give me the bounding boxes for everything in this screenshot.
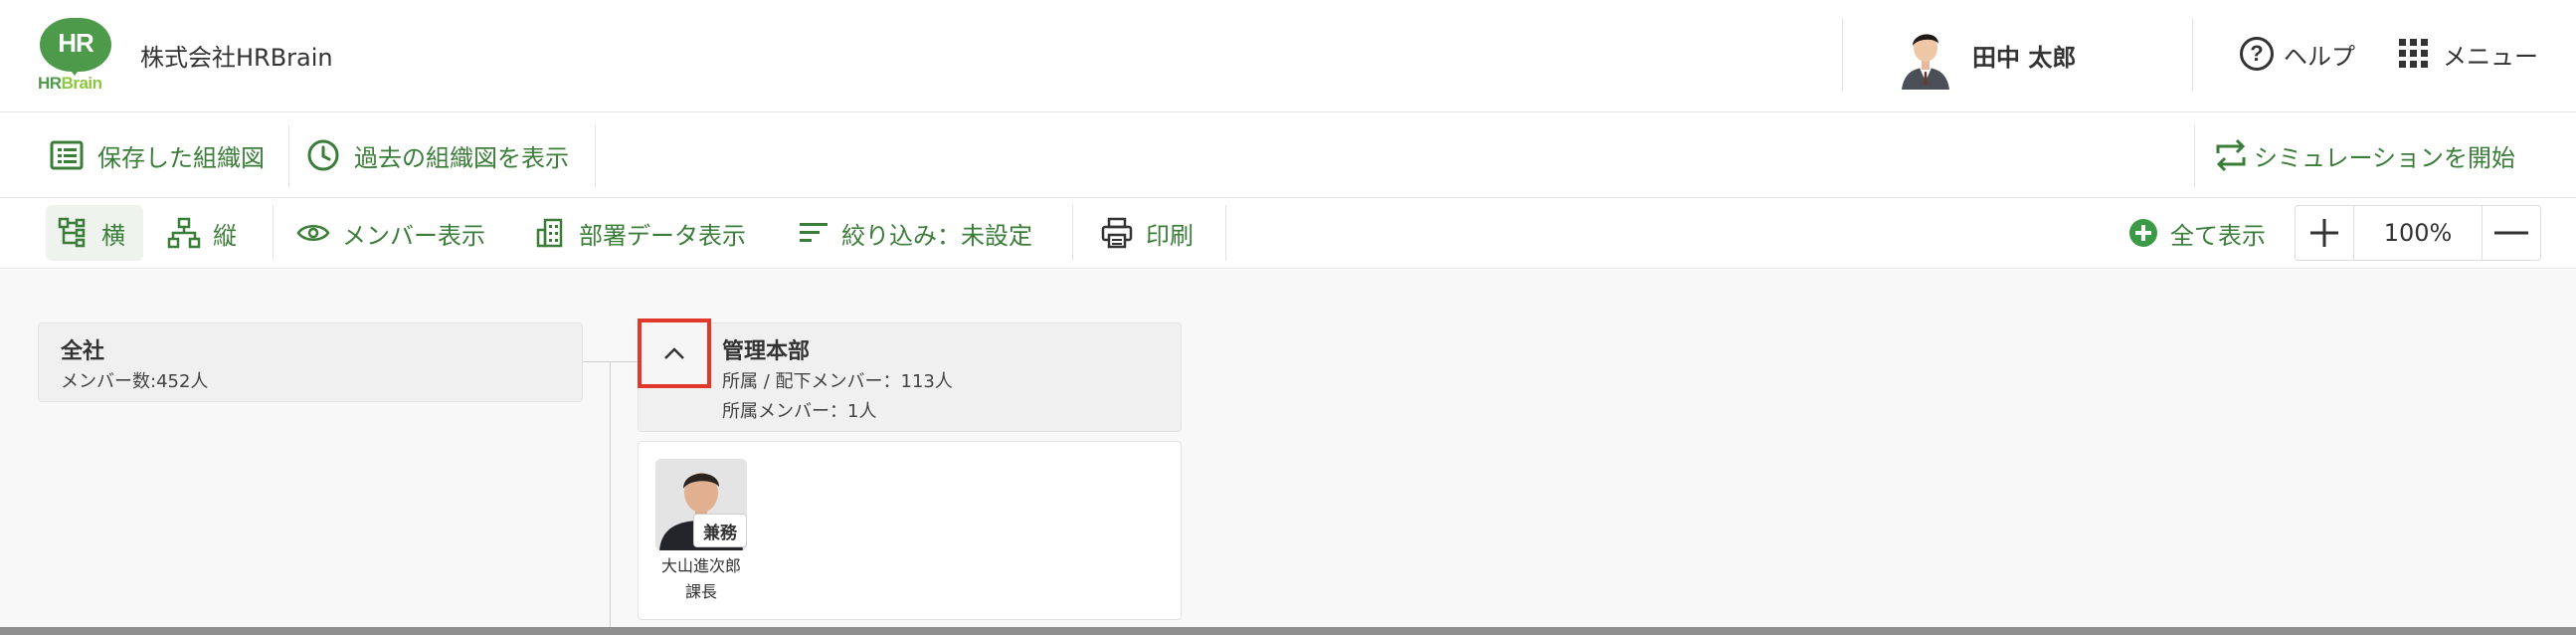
org-node-root[interactable]: 全社 メンバー数:452人 xyxy=(38,322,583,402)
chevron-up-icon xyxy=(664,347,684,359)
app-header: HR HRBrain 株式会社HRBrain 田中 太郎 ? ヘルプ メニュー xyxy=(0,0,2576,112)
horizontal-layout-label: 横 xyxy=(101,221,125,250)
filter-button[interactable]: 絞り込み：未設定 xyxy=(798,199,1032,267)
member-display-button[interactable]: メンバー表示 xyxy=(296,199,485,267)
node-direct-count: 所属メンバー：1人 xyxy=(722,401,877,422)
vertical-layout-label: 縦 xyxy=(213,221,237,250)
grid-menu-icon xyxy=(2399,39,2429,69)
node-member-count: メンバー数:452人 xyxy=(61,371,209,392)
start-simulation-button[interactable]: シミュレーションを開始 xyxy=(2212,113,2515,197)
vertical-layout-button[interactable]: 縦 xyxy=(167,199,237,267)
print-label: 印刷 xyxy=(1146,221,1194,250)
zoom-control: 100% xyxy=(2295,205,2541,261)
node-name: 全社 xyxy=(61,339,105,364)
node-subordinate-count: 所属 / 配下メンバー：113人 xyxy=(722,371,953,392)
org-node-department[interactable]: 管理本部 所属 / 配下メンバー：113人 所属メンバー：1人 xyxy=(638,322,1182,432)
scrollbar-track[interactable] xyxy=(0,627,2576,635)
swap-icon xyxy=(2216,138,2246,172)
help-icon: ? xyxy=(2240,37,2274,71)
member-title: 課長 xyxy=(684,582,717,601)
saved-chart-label: 保存した組織図 xyxy=(97,143,265,172)
menu-label: メニュー xyxy=(2443,42,2538,71)
filter-icon xyxy=(800,223,828,242)
concurrent-post-badge: 兼務 xyxy=(693,514,747,547)
tree-horizontal-icon xyxy=(58,217,86,248)
print-button[interactable]: 印刷 xyxy=(1100,199,1194,267)
show-all-button[interactable]: 全て表示 xyxy=(2128,199,2266,267)
past-chart-button[interactable]: 過去の組織図を表示 xyxy=(306,113,569,197)
building-icon xyxy=(536,218,563,248)
user-avatar[interactable] xyxy=(1896,22,1955,90)
tree-connector xyxy=(583,361,639,362)
start-simulation-label: シミュレーションを開始 xyxy=(2254,143,2516,172)
node-name: 管理本部 xyxy=(722,339,811,364)
saved-chart-button[interactable]: 保存した組織図 xyxy=(50,113,265,197)
horizontal-layout-button[interactable]: 横 xyxy=(58,199,125,267)
plus-circle-icon xyxy=(2129,219,2157,247)
printer-icon xyxy=(1101,217,1133,249)
company-name: 株式会社HRBrain xyxy=(140,44,333,72)
minus-icon xyxy=(2494,231,2528,235)
list-icon xyxy=(50,140,84,170)
menu-button[interactable]: メニュー xyxy=(2399,34,2538,74)
plus-icon xyxy=(2310,219,2338,247)
filter-label: 絞り込み：未設定 xyxy=(841,221,1032,250)
show-all-label: 全て表示 xyxy=(2170,221,2266,250)
logo-wordmark: HRBrain xyxy=(38,74,102,93)
collapse-button[interactable] xyxy=(638,318,711,388)
help-button[interactable]: ? ヘルプ xyxy=(2240,34,2355,74)
dept-data-label: 部署データ表示 xyxy=(579,221,746,250)
zoom-level: 100% xyxy=(2353,206,2483,260)
tree-connector xyxy=(610,361,611,627)
eye-icon xyxy=(296,225,330,241)
zoom-in-button[interactable] xyxy=(2296,206,2353,260)
tree-vertical-icon xyxy=(167,217,201,249)
member-name[interactable]: 大山進次郎 xyxy=(646,552,756,576)
zoom-out-button[interactable] xyxy=(2483,206,2540,260)
help-label: ヘルプ xyxy=(2284,42,2355,71)
dept-data-button[interactable]: 部署データ表示 xyxy=(535,199,746,267)
hrbrain-logo[interactable]: HR HRBrain xyxy=(36,18,115,94)
primary-toolbar: 保存した組織図 過去の組織図を表示 シミュレーションを開始 xyxy=(0,113,2576,198)
member-display-label: メンバー表示 xyxy=(342,221,485,250)
clock-icon xyxy=(307,139,339,171)
past-chart-label: 過去の組織図を表示 xyxy=(354,143,569,172)
logo-mark: HR xyxy=(58,28,94,58)
user-name[interactable]: 田中 太郎 xyxy=(1972,38,2076,73)
